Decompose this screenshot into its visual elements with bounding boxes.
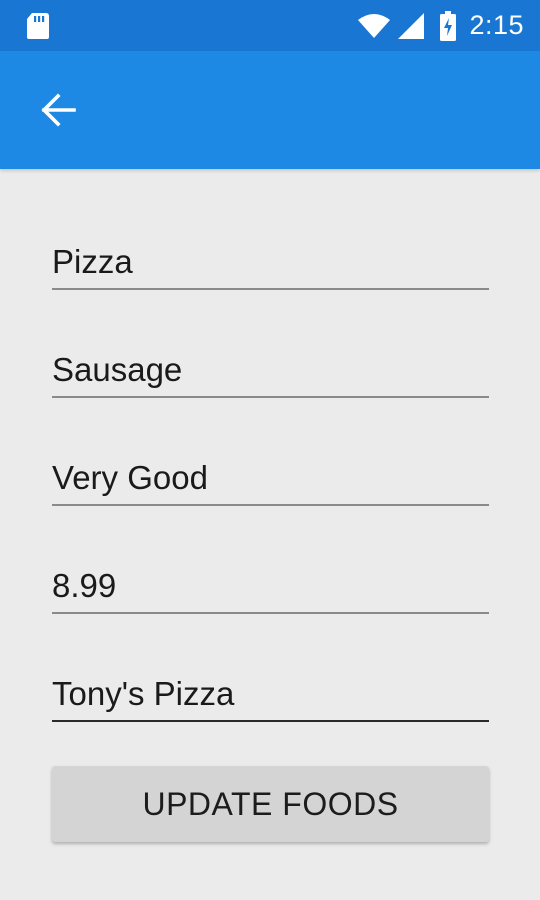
back-button[interactable]	[30, 84, 86, 136]
status-bar: 2:15	[0, 0, 540, 51]
update-foods-button[interactable]: UPDATE FOODS	[52, 766, 489, 842]
food-name-field[interactable]	[52, 236, 489, 290]
wifi-icon	[358, 13, 391, 38]
app-bar	[0, 51, 540, 169]
arrow-back-icon	[41, 93, 76, 127]
food-price-field[interactable]	[52, 560, 489, 614]
battery-charging-icon	[440, 10, 457, 41]
food-edit-screen: 2:15 UPDATE FOODS	[0, 0, 540, 900]
food-topping-field[interactable]	[52, 344, 489, 398]
signal-icon	[398, 12, 425, 39]
status-icons: 2:15	[357, 0, 524, 51]
food-rating-field[interactable]	[52, 452, 489, 506]
restaurant-field[interactable]	[52, 668, 489, 722]
status-clock: 2:15	[469, 10, 524, 40]
sd-card-icon	[27, 13, 49, 39]
